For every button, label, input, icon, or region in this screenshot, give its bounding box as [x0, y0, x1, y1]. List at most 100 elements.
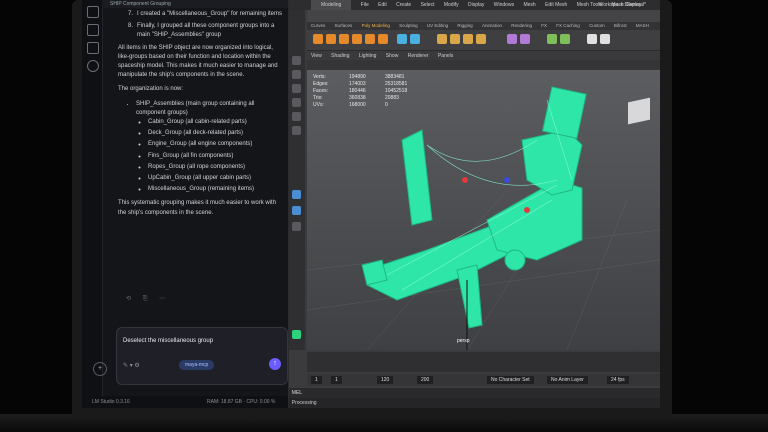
folder-icon[interactable] [87, 42, 99, 54]
chat-title: SHIP Component Grouping [102, 0, 288, 8]
menu-item[interactable]: Create [396, 0, 411, 10]
chat-composer[interactable]: Deselect the miscellaneous group ✎ ▾ ⚙ m… [116, 327, 288, 385]
shelf-tab[interactable]: Bifrost [614, 23, 627, 28]
chat-icon[interactable] [87, 6, 99, 18]
character-set-field[interactable]: No Character Set [487, 376, 534, 384]
range-slider: 1 1 120 200 No Character Set No Anim Lay… [307, 374, 660, 386]
range-mid-field[interactable]: 120 [377, 376, 394, 384]
root-group-item: SHIP_Assemblies (main group containing a… [136, 100, 283, 195]
panel-toolbar[interactable] [307, 60, 660, 70]
paint-tool-icon[interactable] [292, 84, 301, 93]
ship-wireframe[interactable] [307, 70, 660, 350]
workspace-selector[interactable]: Workspace: General* [599, 0, 646, 10]
shelf-tab[interactable]: Curves [311, 23, 325, 28]
range-start-field[interactable]: 1 [311, 376, 322, 384]
list-item: Cabin_Group (all cabin-related parts) [148, 118, 283, 127]
shelf-tab[interactable]: Surfaces [335, 23, 353, 28]
locator-icon [524, 207, 530, 213]
bool-icon[interactable] [476, 34, 486, 44]
menu-item[interactable]: Select [421, 0, 435, 10]
shelf-tab[interactable]: Rendering [511, 23, 532, 28]
merge-icon[interactable] [600, 34, 610, 44]
tools-icon[interactable]: ✎ ▾ ⚙ [123, 362, 140, 369]
shelf-tab[interactable]: Rigging [457, 23, 472, 28]
panel-menu-item[interactable]: Renderer [408, 53, 429, 59]
cone-icon[interactable] [352, 34, 362, 44]
layout-icon[interactable] [292, 190, 301, 199]
message-actions[interactable]: ⟲ ⎘ ⋯ [126, 295, 170, 303]
uv-icon[interactable] [520, 34, 530, 44]
terminal-icon[interactable] [87, 24, 99, 36]
outliner-icon[interactable] [292, 330, 301, 339]
chat-input[interactable]: Deselect the miscellaneous group [123, 338, 213, 344]
select-tool-icon[interactable] [292, 56, 301, 65]
anim-layer-field[interactable]: No Anim Layer [547, 376, 588, 384]
rotate-tool-icon[interactable] [292, 112, 301, 121]
shelf-tab[interactable]: FX Caching [556, 23, 580, 28]
extrude-icon[interactable] [437, 34, 447, 44]
send-icon[interactable]: ↑ [269, 358, 281, 370]
model-chip[interactable]: maya-mcp [179, 360, 215, 370]
sphere-icon[interactable] [313, 34, 323, 44]
shelf-tab[interactable]: FX [541, 23, 547, 28]
separate-icon[interactable] [410, 34, 420, 44]
menu-item[interactable]: Modify [444, 0, 459, 10]
shelf-tab[interactable]: Animation [482, 23, 502, 28]
cube-icon[interactable] [326, 34, 336, 44]
panel-menu-item[interactable]: View [311, 53, 322, 59]
range-end-field[interactable]: 200 [417, 376, 434, 384]
viewcube-icon[interactable] [628, 97, 650, 125]
command-language[interactable]: MEL [292, 390, 302, 396]
menu-item[interactable]: Edit [378, 0, 387, 10]
shelf-tab[interactable]: UV Editing [427, 23, 448, 28]
chat-status-bar: LM Studio 0.3.16 RAM: 18.87 GB · CPU: 0.… [82, 396, 288, 408]
panel-menu-item[interactable]: Lighting [359, 53, 377, 59]
shelf-tab[interactable]: MASH [636, 23, 649, 28]
cut-icon[interactable] [587, 34, 597, 44]
layout-icon[interactable] [292, 222, 301, 231]
current-frame-field[interactable]: 1 [331, 376, 342, 384]
plane-icon[interactable] [378, 34, 388, 44]
menu-item[interactable]: Display [468, 0, 484, 10]
scale-tool-icon[interactable] [292, 126, 301, 135]
bridge-icon[interactable] [450, 34, 460, 44]
list-item: Fins_Group (all fin components) [148, 152, 283, 161]
step-number: 7. [128, 11, 134, 17]
menu-item[interactable]: Mesh [523, 0, 535, 10]
attach-icon[interactable]: + [93, 362, 107, 376]
layout-icon[interactable] [292, 206, 301, 215]
list-item: UpCabin_Group (all upper cabin parts) [148, 174, 283, 183]
shelf-tab-active[interactable]: Poly Modeling [362, 23, 390, 28]
shelf-tab[interactable]: Custom [589, 23, 605, 28]
cylinder-icon[interactable] [339, 34, 349, 44]
resource-usage: RAM: 18.87 GB · CPU: 0.00 % [207, 399, 276, 405]
grid [307, 189, 660, 350]
time-slider[interactable] [307, 352, 660, 372]
shelf-tab[interactable]: Sculpting [399, 23, 418, 28]
combine-icon[interactable] [397, 34, 407, 44]
smooth-icon[interactable] [560, 34, 570, 44]
help-text: Processing [291, 400, 317, 406]
command-line[interactable]: MEL [289, 388, 660, 398]
menu-item[interactable]: Edit Mesh [545, 0, 567, 10]
panel-menu-item[interactable]: Shading [331, 53, 349, 59]
3d-viewport[interactable]: Verts: 194890 3883481 Edges: 174003 25318581… [307, 70, 660, 350]
panel-menu-item[interactable]: Panels [438, 53, 453, 59]
summary-paragraph: All items in the SHIP object are now org… [118, 44, 278, 79]
ship-body [361, 86, 587, 329]
search-icon[interactable] [87, 60, 99, 72]
fps-field[interactable]: 24 fps [607, 376, 629, 384]
lasso-tool-icon[interactable] [292, 70, 301, 79]
list-item: Miscellaneous_Group (remaining items) [148, 185, 283, 194]
mirror-icon[interactable] [547, 34, 557, 44]
panel-menu: View Shading Lighting Show Renderer Pane… [307, 52, 660, 60]
mode-selector[interactable]: Modeling [311, 0, 352, 10]
panel-menu-item[interactable]: Show [386, 53, 399, 59]
bevel-icon[interactable] [463, 34, 473, 44]
torus-icon[interactable] [365, 34, 375, 44]
menu-item[interactable]: File [361, 0, 369, 10]
list-item: 8. Finally, I grouped all these componen… [128, 22, 283, 40]
menu-item[interactable]: Windows [494, 0, 514, 10]
move-tool-icon[interactable] [292, 98, 301, 107]
uv-icon[interactable] [507, 34, 517, 44]
